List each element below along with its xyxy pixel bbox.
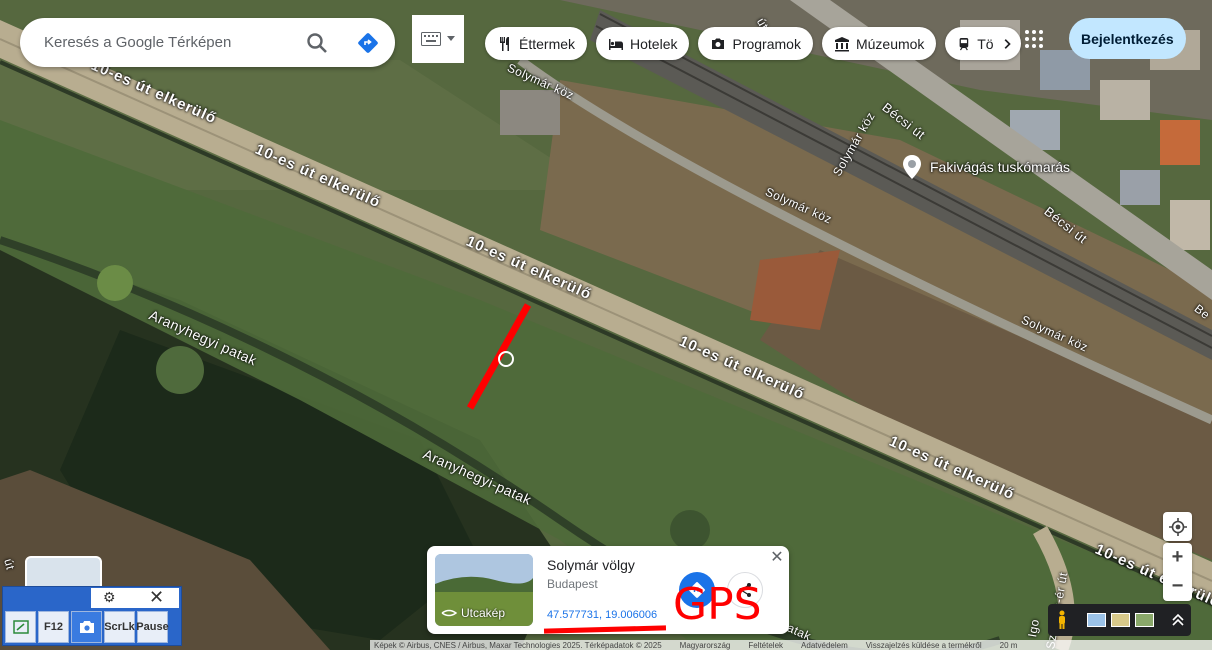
camera-icon: [79, 621, 94, 633]
map-footer: Képek © Airbus, CNES / Airbus, Maxar Tec…: [370, 640, 1212, 650]
pause-button[interactable]: Pause: [136, 611, 169, 643]
rotate-360-icon: [441, 609, 457, 617]
layer-thumbnail[interactable]: [1087, 613, 1106, 627]
zoom-in-button[interactable]: +: [1163, 543, 1192, 572]
f12-button[interactable]: F12: [38, 611, 69, 643]
street-view-thumbnail[interactable]: Utcakép: [435, 554, 533, 626]
apps-grid-icon[interactable]: [1022, 27, 1046, 51]
sign-in-button[interactable]: Bejelentkezés: [1069, 18, 1186, 59]
train-icon: [960, 37, 969, 50]
pegman-icon[interactable]: [1056, 610, 1068, 630]
place-city: Budapest: [547, 577, 598, 591]
footer-link[interactable]: Adatvédelem: [801, 641, 848, 650]
zoom-controls: + −: [1163, 543, 1192, 601]
attribution-text: Képek © Airbus, CNES / Airbus, Maxar Tec…: [374, 640, 662, 650]
chevron-right-icon[interactable]: [1000, 36, 1014, 52]
chevron-up-icon[interactable]: [1171, 613, 1185, 627]
chip-hotels[interactable]: Hotelek: [596, 27, 690, 60]
search-box[interactable]: Keresés a Google Térképen: [20, 18, 395, 67]
directions-icon[interactable]: [357, 32, 379, 54]
layers-bar[interactable]: [1048, 604, 1191, 636]
hotel-icon: [609, 38, 624, 50]
virtual-keyboard-toolbar[interactable]: ⚙ ✕ F12 ScrLk Pause: [2, 586, 182, 646]
museum-icon: [834, 36, 849, 51]
input-tools-button[interactable]: [412, 15, 464, 63]
chip-label: Múzeumok: [855, 35, 925, 52]
chip-label: Tö: [977, 35, 994, 52]
scale-label[interactable]: 20 m: [1000, 641, 1018, 650]
chip-label: Hotelek: [630, 35, 678, 52]
gear-icon[interactable]: ⚙: [103, 589, 119, 605]
footer-link[interactable]: Feltételek: [748, 641, 783, 650]
zoom-out-button[interactable]: −: [1163, 572, 1192, 601]
chip-label: Programok: [732, 35, 801, 52]
gps-annotation: GPS: [673, 579, 762, 630]
screen-icon-button[interactable]: [5, 611, 36, 643]
place-name: Solymár völgy: [547, 557, 635, 573]
location-target-icon: [1168, 517, 1187, 536]
footer-link[interactable]: Magyarország: [680, 641, 731, 650]
chip-transit[interactable]: Tö: [945, 27, 1022, 60]
street-view-label: Utcakép: [441, 606, 505, 620]
chip-things-to-do[interactable]: Programok: [698, 27, 813, 60]
my-location-button[interactable]: [1163, 512, 1192, 541]
poi-marker[interactable]: Fakivágás tuskómarás: [900, 154, 1070, 180]
chip-museums[interactable]: Múzeumok: [821, 27, 937, 60]
layer-thumbnail[interactable]: [1111, 613, 1130, 627]
camera-icon: [712, 38, 725, 49]
search-input[interactable]: Keresés a Google Térképen: [44, 34, 305, 51]
close-icon[interactable]: ✕: [769, 550, 785, 566]
search-icon[interactable]: [305, 31, 329, 55]
map-view[interactable]: 10-es út elkerülő 10-es út elkerülő 10-e…: [0, 0, 1212, 650]
category-chips: Éttermek Hotelek Programok Múzeumok Tö: [485, 27, 1022, 60]
close-icon[interactable]: ✕: [149, 587, 164, 608]
pin-icon: [903, 155, 921, 179]
poi-label[interactable]: Fakivágás tuskómarás: [930, 159, 1070, 175]
chevron-down-icon: [447, 36, 455, 41]
restaurant-icon: [500, 36, 509, 51]
chip-restaurants[interactable]: Éttermek: [485, 27, 588, 60]
chip-label: Éttermek: [519, 35, 576, 52]
coordinates-link[interactable]: 47.577731, 19.006006: [547, 609, 657, 621]
layer-thumbnail[interactable]: [1135, 613, 1154, 627]
footer-link[interactable]: Visszajelzés küldése a termékről: [866, 641, 982, 650]
keyboard-icon: [421, 32, 441, 46]
scroll-lock-button[interactable]: ScrLk: [104, 611, 135, 643]
camera-button[interactable]: [71, 611, 102, 643]
screenshot-icon: [12, 620, 29, 634]
toolbar-buttons: F12 ScrLk Pause: [5, 611, 169, 643]
